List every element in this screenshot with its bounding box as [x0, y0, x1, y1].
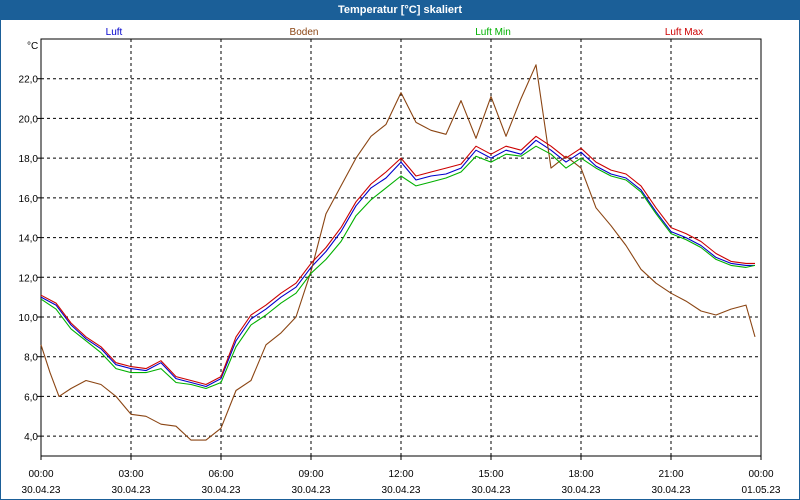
- x-tick-date: 30.04.23: [652, 485, 691, 496]
- y-tick-label: 16,0: [19, 194, 39, 205]
- y-tick-label: 18,0: [19, 154, 39, 165]
- x-tick-date: 30.04.23: [202, 485, 241, 496]
- y-tick-label: 6,0: [24, 392, 38, 403]
- y-axis-label: °C: [27, 41, 38, 52]
- x-tick-date: 30.04.23: [472, 485, 511, 496]
- y-tick-label: 4,0: [24, 432, 38, 443]
- series-lines: [40, 64, 756, 441]
- series-line-luft-max: [40, 135, 755, 386]
- x-tick-time: 15:00: [478, 469, 503, 480]
- y-tick-label: 20,0: [19, 114, 39, 125]
- y-tick-label: 10,0: [19, 313, 39, 324]
- chart-window: Temperatur [°C] skaliert 00:00 30.04.23 03…: [0, 0, 800, 500]
- legend: Luft Boden Luft Min Luft Max: [106, 27, 704, 38]
- series-line-luft: [40, 139, 755, 388]
- tick-labels: 00:00 30.04.23 03:00 30.04.23 06:00 30.04.23 0…: [19, 75, 781, 496]
- y-tick-label: 8,0: [24, 353, 38, 364]
- x-tick-time: 03:00: [118, 469, 143, 480]
- x-tick-date: 30.04.23: [22, 485, 61, 496]
- y-tick-label: 12,0: [19, 273, 39, 284]
- x-tick-date: 30.04.23: [382, 485, 421, 496]
- x-tick-time: 09:00: [298, 469, 323, 480]
- legend-entry-luft: Luft: [106, 27, 123, 38]
- x-tick-date: 30.04.23: [292, 485, 331, 496]
- temperature-chart: 00:00 30.04.23 03:00 30.04.23 06:00 30.04.23 0…: [19, 27, 781, 496]
- x-tick-date: 30.04.23: [562, 485, 601, 496]
- y-tick-label: 22,0: [19, 75, 39, 86]
- legend-entry-luft-min: Luft Min: [475, 27, 511, 38]
- legend-entry-luft-max: Luft Max: [665, 27, 703, 38]
- x-tick-time: 12:00: [388, 469, 413, 480]
- x-tick-time: 06:00: [208, 469, 233, 480]
- x-tick-date: 01.05.23: [742, 485, 781, 496]
- x-tick-time: 00:00: [748, 469, 773, 480]
- x-tick-time: 00:00: [28, 469, 53, 480]
- series-line-boden: [40, 64, 756, 441]
- y-tick-label: 14,0: [19, 234, 39, 245]
- series-line-luft-min: [40, 145, 756, 390]
- legend-entry-boden: Boden: [290, 27, 319, 38]
- grid-lines: [41, 39, 761, 456]
- x-tick-time: 21:00: [658, 469, 683, 480]
- x-tick-time: 18:00: [568, 469, 593, 480]
- x-tick-date: 30.04.23: [112, 485, 151, 496]
